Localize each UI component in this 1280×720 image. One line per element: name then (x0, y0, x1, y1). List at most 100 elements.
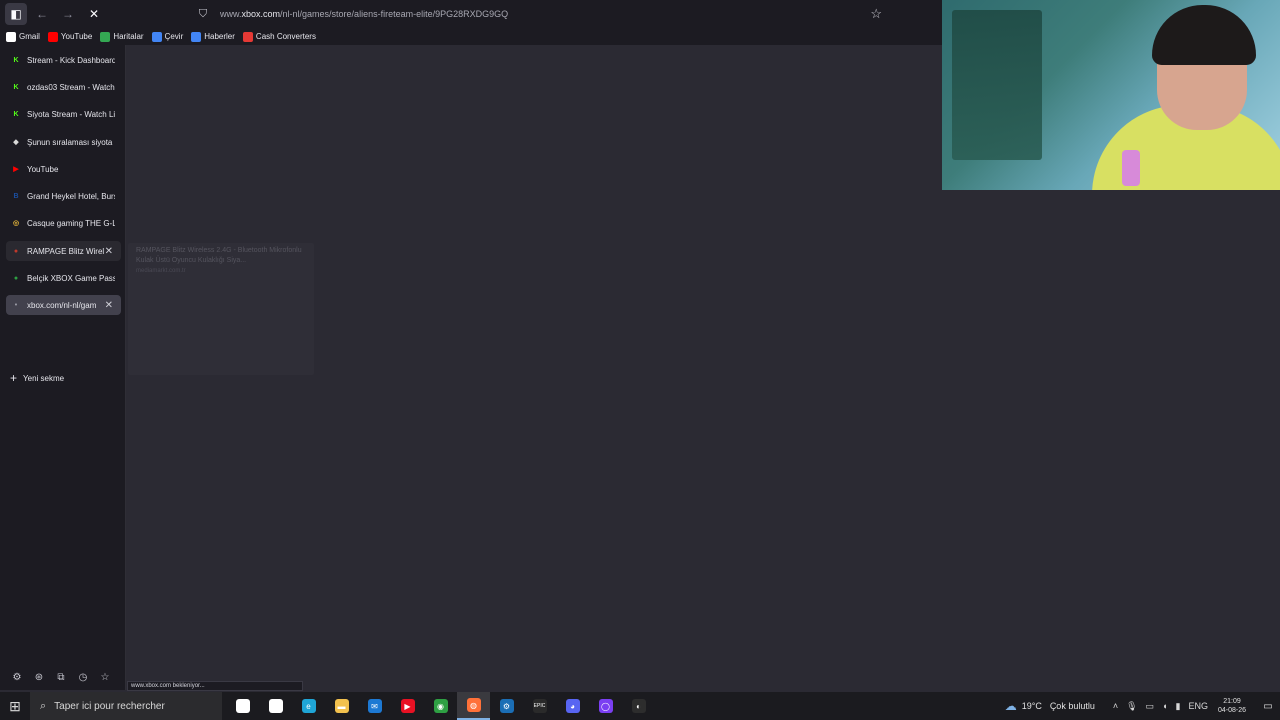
sidebar-toggle-button[interactable]: ◧ (5, 3, 27, 25)
tab-label: YouTube (27, 164, 59, 174)
taskbar-app-media[interactable]: ▶ (391, 692, 424, 720)
microphone-icon[interactable]: 🎙 (1126, 701, 1137, 712)
taskbar-app-firefox[interactable]: ◍ (457, 692, 490, 720)
tab-label: Stream - Kick Dashboard (27, 55, 115, 65)
search-icon: ⌕ (40, 699, 47, 712)
steam-icon: ⚙ (499, 699, 514, 713)
bookmark-gmail[interactable]: Gmail (6, 31, 40, 42)
stop-button[interactable]: ✕ (83, 3, 105, 25)
tab-favicon-icon: ▶ (13, 166, 19, 173)
taskbar-app-task-view[interactable]: ⊞ (226, 692, 259, 720)
back-arrow-icon: ← (36, 7, 48, 21)
bookmark-label: YouTube (60, 32, 93, 41)
taskbar-app-discord[interactable]: ◕ (556, 692, 589, 720)
tab-label: RAMPAGE Blitz Wirel (27, 246, 105, 256)
vertical-tabs-sidebar: + Yeni sekme ⚙ ⊛ ⧉ ◷ ☆ K Stream - Kick Da… (0, 45, 126, 690)
tab-favicon-icon: ◆ (13, 139, 19, 146)
new-tab-label: Yeni sekme (23, 373, 65, 383)
sidebar-tab[interactable]: Kozdas03 Stream - Watch (6, 77, 121, 97)
taskbar-app-edge[interactable]: e (292, 692, 325, 720)
taskbar-app-epic-games[interactable]: EPIC (523, 692, 556, 720)
sidebar-tab[interactable]: K Siyota Stream - Watch Li (6, 104, 121, 124)
webcam-bottle (1122, 150, 1140, 186)
bookmark-favicon-icon (6, 31, 16, 42)
bookmark-label: Haritalar (113, 32, 144, 41)
firefox-icon: ◍ (466, 698, 481, 712)
bookmark-haritalar[interactable]: Haritalar (100, 31, 144, 42)
tab-close-icon[interactable]: ✕ (105, 300, 113, 311)
tray-icons: ˄ 🎙 ▭ ◖ ▮ ENG (1109, 701, 1212, 712)
history-panel-icon[interactable]: ⧉ (50, 670, 72, 684)
clock[interactable]: 21:09 04-08-26 (1218, 697, 1246, 715)
taskbar-apps: ⊞ ▦ e ▬ ✉ ▶ ◉ ◍ ⚙ EPIC ◕ ◯ ◐ (226, 692, 655, 720)
weather-temp: 19°C (1021, 701, 1042, 711)
new-tab-button[interactable]: + Yeni sekme (10, 371, 64, 385)
taskbar-search[interactable]: ⌕ Taper ici pour rechercher (30, 692, 222, 720)
taskbar-app-chrome[interactable]: ◉ (424, 692, 457, 720)
address-url[interactable]: www.xbox.com/nl-nl/games/store/aliens-fi… (220, 9, 508, 19)
file-explorer-icon: ▬ (334, 699, 349, 713)
task-view-icon: ⊞ (235, 699, 250, 713)
tab-close-icon[interactable]: ✕ (105, 246, 113, 257)
tab-favicon-icon: ● (13, 247, 19, 255)
extension-icon[interactable]: ⊛ (28, 670, 50, 684)
sidebar-tab[interactable]: • xbox.com/nl-nl/gam ✕ (6, 295, 121, 315)
bookmark-youtube[interactable]: YouTube (47, 31, 93, 42)
speaker-icon[interactable]: ◖ (1162, 701, 1167, 711)
shield-icon[interactable]: ⛉ (196, 7, 210, 21)
windows-taskbar: ⊞ ⌕ Taper ici pour rechercher ⊞ ▦ e ▬ ✉ ▶ ◉ ◍ ⚙ E… (0, 692, 1280, 720)
weather-widget[interactable]: ☁ 19°C Çok bulutlu (1005, 699, 1095, 713)
bookmark-cash-converters[interactable]: Cash Converters (242, 31, 316, 42)
tab-favicon-icon: B (13, 192, 19, 200)
bookmark-favicon-icon (100, 31, 111, 42)
sidebar-tab[interactable]: B Grand Heykel Hotel, Burs (6, 186, 121, 206)
network-icon[interactable]: ▭ (1146, 701, 1155, 712)
webcam-overlay (942, 0, 1280, 190)
start-button[interactable]: ⊞ (0, 692, 30, 720)
tab-hover-preview: RAMPAGE Blitz Wireless 2.4G - Bluetooth … (128, 243, 314, 375)
preview-title: RAMPAGE Blitz Wireless 2.4G - Bluetooth … (136, 247, 302, 264)
settings-icon[interactable]: ⚙ (6, 670, 28, 684)
forward-arrow-icon: → (62, 7, 74, 21)
sidebar-tab[interactable]: K Stream - Kick Dashboard (6, 50, 121, 70)
history-icon[interactable]: ◷ (72, 670, 94, 684)
bookmark-haberler[interactable]: Haberler (191, 31, 235, 42)
taskbar-app-mail[interactable]: ✉ (358, 692, 391, 720)
taskbar-app-app-circle[interactable]: ◯ (589, 692, 622, 720)
back-button[interactable]: ← (31, 3, 53, 25)
taskbar-app-store[interactable]: ▦ (259, 692, 292, 720)
plus-icon: + (10, 371, 18, 385)
webcam-background-shelf (952, 10, 1042, 160)
chrome-icon: ◉ (433, 699, 448, 713)
tab-label: Casque gaming THE G-L (27, 218, 115, 228)
sidebar-tab[interactable]: ◎ Casque gaming THE G-L (6, 213, 121, 233)
webcam-person-hair (1152, 5, 1256, 65)
taskbar-app-file-explorer[interactable]: ▬ (325, 692, 358, 720)
address-bar[interactable]: ⛉ www.xbox.com/nl-nl/games/store/aliens-… (190, 3, 890, 25)
bookmark-star-icon[interactable]: ☆ (870, 6, 882, 22)
bookmark-label: Haberler (204, 32, 235, 41)
taskbar-app-obs[interactable]: ◐ (622, 692, 655, 720)
tab-favicon-icon: K (13, 56, 19, 64)
edge-icon: e (301, 699, 316, 713)
sidebar-tab[interactable]: ▶ YouTube (6, 159, 121, 179)
cloud-icon: ☁ (1004, 699, 1017, 713)
tab-label: xbox.com/nl-nl/gam (27, 300, 97, 310)
bookmarks-icon[interactable]: ☆ (94, 670, 116, 684)
taskbar-app-steam[interactable]: ⚙ (490, 692, 523, 720)
notification-icon[interactable]: ▭ (1256, 701, 1280, 712)
tab-label: ozdas03 Stream - Watch (27, 82, 115, 92)
tab-favicon-icon: • (14, 301, 18, 309)
bookmark-label: Cash Converters (255, 32, 316, 41)
language-indicator[interactable]: ENG (1188, 701, 1208, 711)
chevron-up-icon[interactable]: ˄ (1113, 701, 1118, 711)
sidebar-tab[interactable]: ◆ Şunun sıralaması siyota (6, 132, 121, 152)
bookmark--evir[interactable]: Çevir (151, 31, 183, 42)
sidebar-tab[interactable]: ● RAMPAGE Blitz Wirel ✕ (6, 241, 121, 261)
mail-icon: ✉ (367, 699, 382, 713)
forward-button[interactable]: → (57, 3, 79, 25)
tab-label: Şunun sıralaması siyota (27, 137, 113, 147)
sidebar-tab[interactable]: ● Belçik XBOX Game Pass (6, 268, 121, 288)
app-circle-icon: ◯ (598, 699, 613, 713)
battery-icon[interactable]: ▮ (1176, 701, 1181, 712)
